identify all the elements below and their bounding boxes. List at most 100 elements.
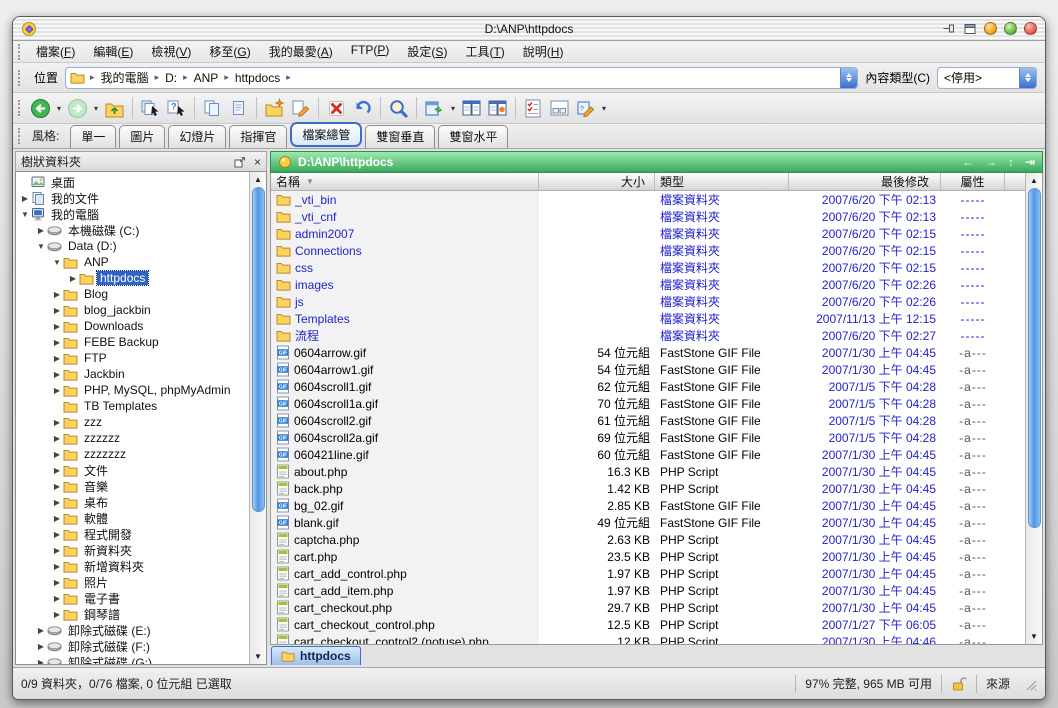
table-row[interactable]: cart_add_control.php1.97 KBPHP Script200… [271,565,1025,582]
title-bar[interactable]: D:\ANP\httpdocs [13,17,1045,41]
undo-button[interactable] [350,95,375,121]
table-row[interactable]: js檔案資料夾2007/6/20 下午 02:26----- [271,293,1025,310]
breadcrumb-segment[interactable]: httpdocs [234,71,281,85]
table-row[interactable]: Connections檔案資料夾2007/6/20 下午 02:15----- [271,242,1025,259]
tree-scrollbar[interactable]: ▲ ▼ [249,172,266,664]
table-row[interactable]: images檔案資料夾2007/6/20 下午 02:26----- [271,276,1025,293]
chevron-closed-icon[interactable]: ▶ [20,194,30,203]
view-style-tab-5[interactable]: 雙窗垂直 [365,125,435,148]
back-button[interactable] [28,95,53,121]
nav-last-icon[interactable]: ⇥ [1025,155,1035,169]
view-style-tab-4[interactable]: 檔案總管 [290,122,362,147]
nav-up-icon[interactable]: ↑ [1008,155,1014,169]
tree-item[interactable]: ▶zzzzzz [18,430,249,446]
toolbar-grip[interactable] [18,100,22,116]
tree-item[interactable]: ▶鋼琴譜 [18,606,249,622]
table-row[interactable]: cart_checkout.php29.7 KBPHP Script2007/1… [271,599,1025,616]
tree-item[interactable]: ▶Jackbin [18,366,249,382]
chevron-closed-icon[interactable]: ▶ [52,306,62,315]
view-style-tab-0[interactable]: 單一 [70,125,116,148]
chevron-closed-icon[interactable]: ▶ [52,322,62,331]
breadcrumb-segment[interactable]: ANP [193,71,220,85]
view-style-tab-2[interactable]: 幻燈片 [168,125,226,148]
tree-item[interactable]: ▶程式開發 [18,526,249,542]
pin-window-button[interactable] [942,22,956,36]
file-list-scrollbar-thumb[interactable] [1028,188,1041,528]
chevron-closed-icon[interactable]: ▶ [52,290,62,299]
tree-item[interactable]: ▶httpdocs [18,270,249,286]
table-row[interactable]: captcha.php2.63 KBPHP Script2007/1/30 上午… [271,531,1025,548]
chevron-closed-icon[interactable]: ▶ [52,370,62,379]
menu-item-p[interactable]: FTP(P) [342,41,399,62]
content-type-select[interactable]: <停用> [937,67,1037,89]
table-row[interactable]: about.php16.3 KBPHP Script2007/1/30 上午 0… [271,463,1025,480]
column-header-size[interactable]: 大小 [539,173,655,190]
select-list-button[interactable] [521,95,546,121]
scroll-up-icon[interactable]: ▲ [250,172,266,187]
table-row[interactable]: cart_add_item.php1.97 KBPHP Script2007/1… [271,582,1025,599]
chevron-closed-icon[interactable]: ▶ [36,626,46,635]
column-header-attr[interactable]: 屬性 [941,173,1005,190]
table-row[interactable]: cart.php23.5 KBPHP Script2007/1/30 上午 04… [271,548,1025,565]
view-style-tab-6[interactable]: 雙窗水平 [438,125,508,148]
lock-status[interactable] [941,675,976,693]
tree-item[interactable]: ▶新增資料夾 [18,558,249,574]
tree-item[interactable]: ▶PHP, MySQL, phpMyAdmin [18,382,249,398]
menu-item-a[interactable]: 我的最愛(A) [260,41,342,62]
move-to-button[interactable] [138,95,163,121]
chevron-closed-icon[interactable]: ▶ [52,610,62,619]
tree-item[interactable]: ▶卸除式磁碟 (F:) [18,638,249,654]
column-header-mod[interactable]: 最後修改 [789,173,941,190]
copy-button[interactable] [200,95,225,121]
search-button[interactable] [386,95,411,121]
chevron-closed-icon[interactable]: ▶ [52,546,62,555]
breadcrumb[interactable]: ▸我的電腦▸D:▸ANP▸httpdocs▸ [65,67,858,89]
tree-item[interactable]: ▶軟體 [18,510,249,526]
table-row[interactable]: Templates檔案資料夾2007/11/13 上午 12:15----- [271,310,1025,327]
tree-item[interactable]: ▶我的文件 [18,190,249,206]
tree-item[interactable]: ▼我的電腦 [18,206,249,222]
undock-panel-icon[interactable] [234,156,246,168]
breadcrumb-segment[interactable]: 我的電腦 [100,69,150,86]
forward-dropdown-icon[interactable]: ▾ [91,104,101,113]
style-bar-grip[interactable] [18,128,22,144]
chevron-closed-icon[interactable]: ▶ [52,466,62,475]
nav-back-icon[interactable]: ← [962,155,974,169]
chevron-closed-icon[interactable]: ▶ [52,482,62,491]
folder-up-button[interactable] [102,95,127,121]
table-row[interactable]: GIFblank.gif49 位元組FastStone GIF File2007… [271,514,1025,531]
chevron-closed-icon[interactable]: ▶ [52,434,62,443]
chevron-closed-icon[interactable]: ▶ [52,338,62,347]
delete-button[interactable] [324,95,349,121]
chevron-open-icon[interactable]: ▼ [20,210,30,219]
tree-scrollbar-thumb[interactable] [252,187,265,512]
swap-panels-dropdown-icon[interactable]: ▾ [448,104,458,113]
chevron-closed-icon[interactable]: ▶ [52,562,62,571]
layout-button[interactable] [547,95,572,121]
content-type-spinner[interactable] [1019,68,1036,88]
tree-item[interactable]: ▶新資料夾 [18,542,249,558]
menu-item-s[interactable]: 設定(S) [398,41,456,62]
tree-item[interactable]: ▶FTP [18,350,249,366]
view-style-tab-3[interactable]: 指揮官 [229,125,287,148]
table-row[interactable]: 流程檔案資料夾2007/6/20 下午 02:27----- [271,327,1025,344]
duplicate-button[interactable] [226,95,251,121]
breadcrumb-spinner[interactable] [840,68,857,88]
tree-item[interactable]: ▶桌布 [18,494,249,510]
chevron-closed-icon[interactable]: ▶ [36,658,46,665]
menu-item-e[interactable]: 編輯(E) [84,41,142,62]
table-row[interactable]: GIFbg_02.gif2.85 KBFastStone GIF File200… [271,497,1025,514]
chevron-closed-icon[interactable]: ▶ [52,530,62,539]
chevron-closed-icon[interactable]: ▶ [52,594,62,603]
menu-item-f[interactable]: 檔案(F) [27,41,84,62]
forward-button[interactable] [65,95,90,121]
chevron-open-icon[interactable]: ▼ [36,242,46,251]
column-header-type[interactable]: 類型 [655,173,789,190]
tree-item[interactable]: ▼Data (D:) [18,238,249,254]
copy-to-button[interactable]: ? [164,95,189,121]
view-style-tab-1[interactable]: 圖片 [119,125,165,148]
table-row[interactable]: GIF0604scroll1.gif62 位元組FastStone GIF Fi… [271,378,1025,395]
resize-grip[interactable] [1023,677,1037,691]
maximize-button[interactable] [1004,22,1017,35]
table-row[interactable]: GIF0604arrow.gif54 位元組FastStone GIF File… [271,344,1025,361]
